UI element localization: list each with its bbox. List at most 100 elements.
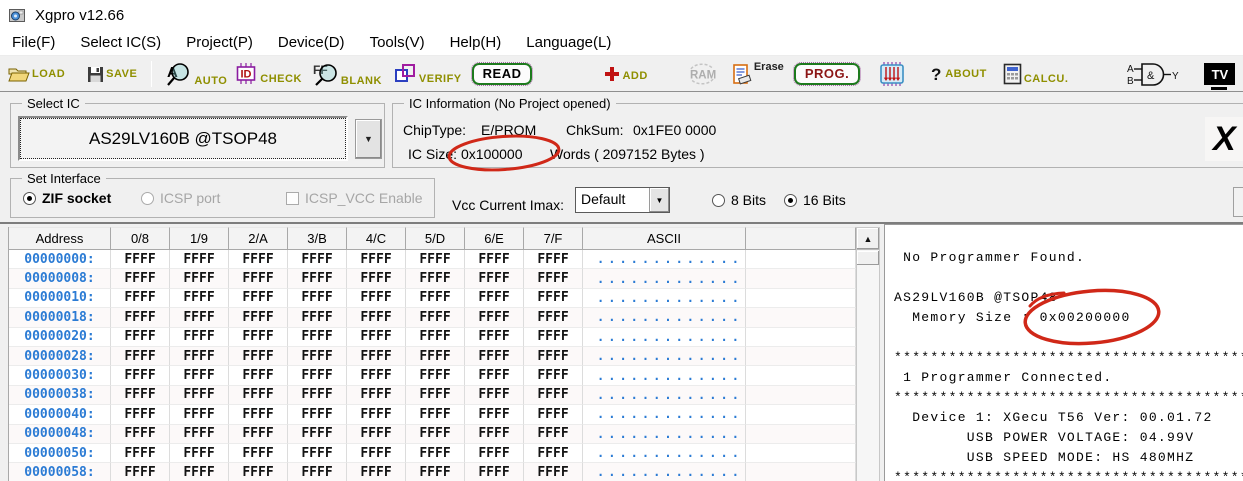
hex-value-cell[interactable]: FFFF xyxy=(406,328,465,347)
menu-device[interactable]: Device(D) xyxy=(272,34,358,51)
hex-value-cell[interactable]: FFFF xyxy=(170,308,229,327)
hex-value-cell[interactable]: FFFF xyxy=(111,328,170,347)
hex-value-cell[interactable]: FFFF xyxy=(111,366,170,385)
hex-value-cell[interactable]: FFFF xyxy=(465,425,524,444)
hex-row[interactable]: 00000010:FFFFFFFFFFFFFFFFFFFFFFFFFFFFFFF… xyxy=(9,289,856,308)
hex-value-cell[interactable]: FFFF xyxy=(229,366,288,385)
hex-value-cell[interactable]: FFFF xyxy=(229,328,288,347)
hex-value-cell[interactable]: FFFF xyxy=(111,347,170,366)
hex-value-cell[interactable]: FFFF xyxy=(465,463,524,481)
hex-value-cell[interactable]: FFFF xyxy=(288,250,347,269)
hex-value-cell[interactable]: FFFF xyxy=(288,386,347,405)
hex-row[interactable]: 00000018:FFFFFFFFFFFFFFFFFFFFFFFFFFFFFFF… xyxy=(9,308,856,327)
hex-row[interactable]: 00000038:FFFFFFFFFFFFFFFFFFFFFFFFFFFFFFF… xyxy=(9,386,856,405)
scroll-up-button[interactable]: ▲ xyxy=(857,228,879,250)
hex-value-cell[interactable]: FFFF xyxy=(406,405,465,424)
hex-row[interactable]: 00000000:FFFFFFFFFFFFFFFFFFFFFFFFFFFFFFF… xyxy=(9,250,856,269)
hex-value-cell[interactable]: FFFF xyxy=(347,444,406,463)
chevron-down-icon[interactable]: ▼ xyxy=(649,188,669,212)
hex-value-cell[interactable]: FFFF xyxy=(347,386,406,405)
hex-value-cell[interactable]: FFFF xyxy=(406,289,465,308)
hex-row[interactable]: 00000030:FFFFFFFFFFFFFFFFFFFFFFFFFFFFFFF… xyxy=(9,366,856,385)
hex-value-cell[interactable]: FFFF xyxy=(406,366,465,385)
hex-value-cell[interactable]: FFFF xyxy=(347,463,406,481)
hex-row[interactable]: 00000050:FFFFFFFFFFFFFFFFFFFFFFFFFFFFFFF… xyxy=(9,444,856,463)
hex-value-cell[interactable]: FFFF xyxy=(288,405,347,424)
auto-button[interactable]: A AUTO xyxy=(165,62,227,87)
menu-language[interactable]: Language(L) xyxy=(520,34,624,51)
read-button[interactable]: READ xyxy=(472,63,533,85)
hex-value-cell[interactable]: FFFF xyxy=(406,463,465,481)
hex-value-cell[interactable]: FFFF xyxy=(170,405,229,424)
tv-button[interactable]: TV xyxy=(1204,63,1235,85)
hex-value-cell[interactable]: FFFF xyxy=(465,328,524,347)
prog-button[interactable]: PROG. xyxy=(794,63,860,85)
hex-value-cell[interactable]: FFFF xyxy=(111,463,170,481)
hex-value-cell[interactable]: FFFF xyxy=(406,425,465,444)
hex-value-cell[interactable]: FFFF xyxy=(406,269,465,288)
hex-value-cell[interactable]: FFFF xyxy=(170,250,229,269)
bits-8-radio[interactable]: 8 Bits xyxy=(712,192,766,208)
hex-value-cell[interactable]: FFFF xyxy=(524,308,583,327)
hex-value-cell[interactable]: FFFF xyxy=(465,444,524,463)
hex-value-cell[interactable]: FFFF xyxy=(229,308,288,327)
hex-value-cell[interactable]: FFFF xyxy=(111,289,170,308)
menu-tools[interactable]: Tools(V) xyxy=(364,34,438,51)
hex-value-cell[interactable]: FFFF xyxy=(524,405,583,424)
hex-row[interactable]: 00000058:FFFFFFFFFFFFFFFFFFFFFFFFFFFFFFF… xyxy=(9,463,856,481)
blank-button[interactable]: FF BLANK xyxy=(312,62,382,87)
menu-file[interactable]: File(F) xyxy=(6,34,68,51)
hex-value-cell[interactable]: FFFF xyxy=(111,425,170,444)
hex-value-cell[interactable]: FFFF xyxy=(406,347,465,366)
hex-value-cell[interactable]: FFFF xyxy=(229,250,288,269)
hex-value-cell[interactable]: FFFF xyxy=(347,269,406,288)
load-button[interactable]: LOAD xyxy=(8,66,65,83)
hex-value-cell[interactable]: FFFF xyxy=(347,405,406,424)
hex-value-cell[interactable]: FFFF xyxy=(288,269,347,288)
hex-value-cell[interactable]: FFFF xyxy=(229,289,288,308)
hex-row[interactable]: 00000028:FFFFFFFFFFFFFFFFFFFFFFFFFFFFFFF… xyxy=(9,347,856,366)
hex-value-cell[interactable]: FFFF xyxy=(524,366,583,385)
hex-value-cell[interactable]: FFFF xyxy=(406,386,465,405)
check-button[interactable]: ID CHECK xyxy=(235,63,302,85)
hex-value-cell[interactable]: FFFF xyxy=(347,289,406,308)
hex-value-cell[interactable]: FFFF xyxy=(524,269,583,288)
hex-value-cell[interactable]: FFFF xyxy=(170,269,229,288)
hex-value-cell[interactable]: FFFF xyxy=(288,289,347,308)
verify-button[interactable]: VERIFY xyxy=(394,63,462,85)
hex-value-cell[interactable]: FFFF xyxy=(288,328,347,347)
calcu-button[interactable]: CALCU. xyxy=(1003,63,1069,85)
bits-16-radio[interactable]: 16 Bits xyxy=(784,192,846,208)
hex-value-cell[interactable]: FFFF xyxy=(524,289,583,308)
hex-value-cell[interactable]: FFFF xyxy=(288,463,347,481)
hex-value-cell[interactable]: FFFF xyxy=(406,250,465,269)
hex-value-cell[interactable]: FFFF xyxy=(288,366,347,385)
hex-value-cell[interactable]: FFFF xyxy=(347,347,406,366)
hex-value-cell[interactable]: FFFF xyxy=(347,425,406,444)
hex-value-cell[interactable]: FFFF xyxy=(229,347,288,366)
hex-row[interactable]: 00000020:FFFFFFFFFFFFFFFFFFFFFFFFFFFFFFF… xyxy=(9,328,856,347)
hex-value-cell[interactable]: FFFF xyxy=(229,444,288,463)
hex-value-cell[interactable]: FFFF xyxy=(111,444,170,463)
hex-value-cell[interactable]: FFFF xyxy=(170,444,229,463)
hex-row[interactable]: 00000048:FFFFFFFFFFFFFFFFFFFFFFFFFFFFFFF… xyxy=(9,425,856,444)
hex-value-cell[interactable]: FFFF xyxy=(406,308,465,327)
hex-row[interactable]: 00000040:FFFFFFFFFFFFFFFFFFFFFFFFFFFFFFF… xyxy=(9,405,856,424)
hex-value-cell[interactable]: FFFF xyxy=(465,405,524,424)
hex-value-cell[interactable]: FFFF xyxy=(170,463,229,481)
hex-value-cell[interactable]: FFFF xyxy=(229,463,288,481)
hex-value-cell[interactable]: FFFF xyxy=(170,347,229,366)
vertical-scrollbar[interactable]: ▲ xyxy=(856,227,880,481)
menu-select-ic[interactable]: Select IC(S) xyxy=(74,34,174,51)
hex-value-cell[interactable]: FFFF xyxy=(465,289,524,308)
add-button[interactable]: ADD xyxy=(604,66,647,82)
hex-value-cell[interactable]: FFFF xyxy=(524,328,583,347)
hex-value-cell[interactable]: FFFF xyxy=(111,308,170,327)
hex-editor[interactable]: Address 0/8 1/9 2/A 3/B 4/C 5/D 6/E 7/F … xyxy=(8,227,856,481)
hex-value-cell[interactable]: FFFF xyxy=(465,386,524,405)
ic-select-dropdown-button[interactable]: ▼ xyxy=(355,119,382,159)
erase-button[interactable]: Erase xyxy=(732,62,784,86)
hex-value-cell[interactable]: FFFF xyxy=(229,269,288,288)
hex-value-cell[interactable]: FFFF xyxy=(465,308,524,327)
hex-value-cell[interactable]: FFFF xyxy=(524,347,583,366)
